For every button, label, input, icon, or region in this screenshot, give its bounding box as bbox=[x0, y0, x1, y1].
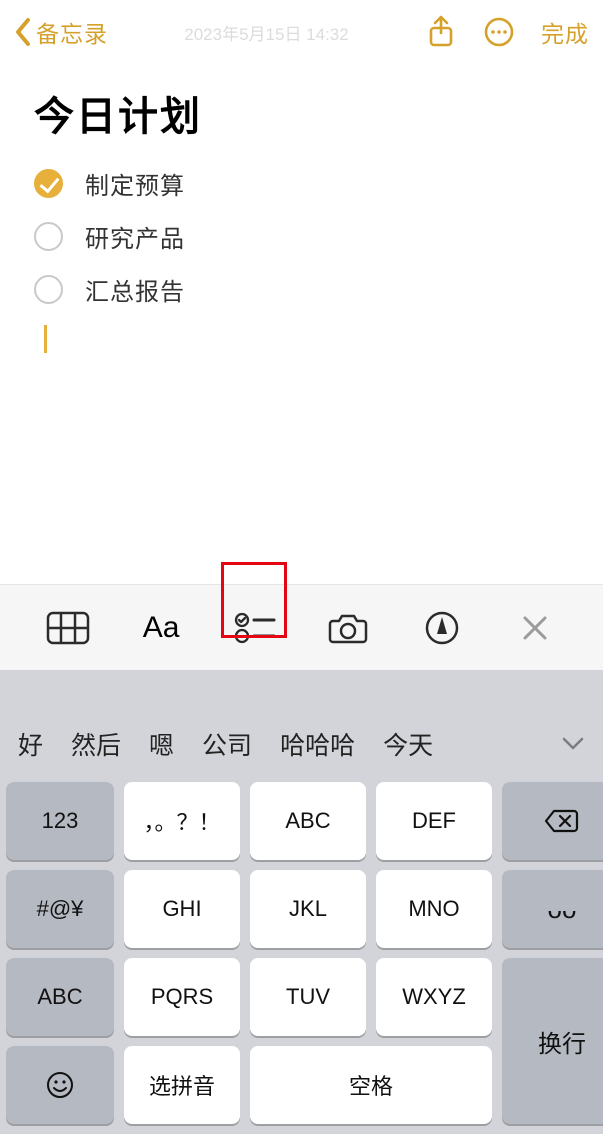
chevron-left-icon bbox=[14, 17, 32, 47]
text-format-button[interactable]: Aa bbox=[134, 600, 189, 655]
text-cursor bbox=[44, 325, 47, 353]
checklist-icon bbox=[234, 611, 276, 645]
key-abc-mode[interactable]: ABC bbox=[6, 958, 114, 1036]
back-label: 备忘录 bbox=[36, 15, 108, 49]
note-title: 今日计划 bbox=[34, 84, 569, 142]
camera-icon bbox=[327, 611, 369, 645]
checklist-button[interactable] bbox=[227, 600, 282, 655]
markup-button[interactable] bbox=[414, 600, 469, 655]
checklist-text: 制定预算 bbox=[85, 166, 185, 201]
key-emoji-face[interactable]: ᴗᴗ bbox=[502, 870, 603, 948]
text-format-icon: Aa bbox=[143, 611, 180, 645]
table-icon bbox=[46, 611, 90, 645]
key-punct[interactable]: ，。？！ bbox=[124, 782, 240, 860]
checklist-item[interactable]: 研究产品 bbox=[34, 219, 569, 254]
checklist-item[interactable]: 汇总报告 bbox=[34, 272, 569, 307]
checklist-text: 研究产品 bbox=[85, 219, 185, 254]
keyboard-keys: 123 ，。？！ ABC DEF #@¥ GHI JKL MNO ᴗᴗ ABC … bbox=[0, 776, 603, 1134]
checklist-checkbox[interactable] bbox=[34, 275, 63, 304]
key-enter[interactable]: 换行 bbox=[502, 958, 603, 1124]
nav-actions: 完成 bbox=[425, 15, 589, 49]
suggestion[interactable]: 今天 bbox=[375, 726, 435, 762]
key-123[interactable]: 123 bbox=[6, 782, 114, 860]
key-emoji[interactable] bbox=[6, 1046, 114, 1124]
suggestion[interactable]: 哈哈哈 bbox=[272, 726, 363, 762]
camera-button[interactable] bbox=[321, 600, 376, 655]
dismiss-toolbar-button[interactable] bbox=[508, 600, 563, 655]
key-tuv[interactable]: TUV bbox=[250, 958, 366, 1036]
suggestion[interactable]: 然后 bbox=[63, 726, 129, 762]
suggestion[interactable]: 公司 bbox=[194, 726, 260, 762]
key-mno[interactable]: MNO bbox=[376, 870, 492, 948]
key-space[interactable]: 空格 bbox=[250, 1046, 492, 1124]
key-pinyin[interactable]: 选拼音 bbox=[124, 1046, 240, 1124]
suggestions-expand[interactable] bbox=[553, 736, 593, 752]
key-abc[interactable]: ABC bbox=[250, 782, 366, 860]
share-icon bbox=[428, 15, 454, 49]
suggestion[interactable]: 嗯 bbox=[141, 726, 182, 762]
note-body[interactable]: 今日计划 制定预算研究产品汇总报告 bbox=[0, 64, 603, 353]
keyboard-suggestions: 好 然后 嗯 公司 哈哈哈 今天 bbox=[0, 712, 603, 776]
ellipsis-circle-icon bbox=[483, 16, 515, 48]
checklist: 制定预算研究产品汇总报告 bbox=[34, 166, 569, 307]
table-button[interactable] bbox=[40, 600, 95, 655]
suggestion[interactable]: 好 bbox=[10, 726, 51, 762]
key-def[interactable]: DEF bbox=[376, 782, 492, 860]
format-toolbar: Aa bbox=[0, 584, 603, 670]
key-pqrs[interactable]: PQRS bbox=[124, 958, 240, 1036]
note-timestamp: 2023年5月15日 14:32 bbox=[108, 20, 425, 45]
back-button[interactable]: 备忘录 bbox=[14, 15, 108, 49]
key-symbols[interactable]: #@¥ bbox=[6, 870, 114, 948]
smiley-icon bbox=[45, 1070, 75, 1100]
close-icon bbox=[521, 614, 549, 642]
checklist-item[interactable]: 制定预算 bbox=[34, 166, 569, 201]
nav-bar: 备忘录 2023年5月15日 14:32 完成 bbox=[0, 0, 603, 64]
key-jkl[interactable]: JKL bbox=[250, 870, 366, 948]
delete-icon bbox=[544, 808, 580, 834]
markup-icon bbox=[424, 610, 460, 646]
checklist-checkbox[interactable] bbox=[34, 222, 63, 251]
key-ghi[interactable]: GHI bbox=[124, 870, 240, 948]
chevron-down-icon bbox=[561, 736, 585, 752]
done-button[interactable]: 完成 bbox=[541, 15, 589, 49]
share-button[interactable] bbox=[425, 16, 457, 48]
more-button[interactable] bbox=[483, 16, 515, 48]
key-wxyz[interactable]: WXYZ bbox=[376, 958, 492, 1036]
keyboard: 好 然后 嗯 公司 哈哈哈 今天 123 ，。？！ ABC DEF #@¥ GH… bbox=[0, 670, 603, 1134]
checklist-checkbox[interactable] bbox=[34, 169, 63, 198]
checklist-text: 汇总报告 bbox=[85, 272, 185, 307]
key-delete[interactable] bbox=[502, 782, 603, 860]
